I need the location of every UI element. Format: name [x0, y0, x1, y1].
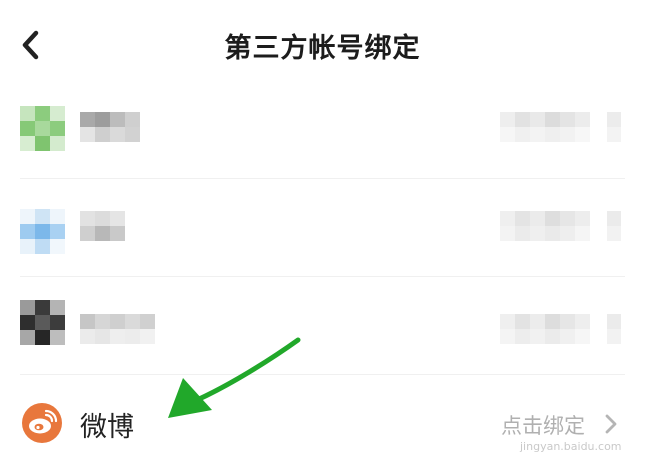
bind-status-blurred [500, 112, 590, 142]
bind-status-blurred [500, 211, 590, 241]
bind-status-blurred [500, 314, 590, 344]
account-row-1[interactable] [0, 92, 645, 184]
watermark: jingyan.baidu.com [520, 440, 622, 453]
page-title: 第三方帐号绑定 [224, 33, 421, 64]
row-divider [20, 276, 625, 277]
wechat-icon [20, 106, 65, 151]
weibo-icon [22, 403, 62, 443]
account-icon [20, 209, 65, 254]
account-row-2[interactable] [0, 185, 645, 277]
header-bar: 第三方帐号绑定 [0, 0, 645, 90]
account-name-blurred [80, 112, 140, 142]
weibo-label: 微博 [80, 412, 134, 443]
bind-action-label[interactable]: 点击绑定 [501, 410, 585, 440]
chevron-right-icon [607, 314, 621, 344]
account-name-blurred [80, 211, 125, 241]
account-icon [20, 300, 65, 345]
chevron-right-icon [607, 211, 621, 241]
row-divider [20, 178, 625, 179]
account-name-blurred [80, 314, 155, 344]
chevron-right-icon [607, 112, 621, 142]
row-divider [20, 374, 625, 375]
chevron-right-icon [601, 412, 621, 436]
account-row-3[interactable] [0, 282, 645, 374]
